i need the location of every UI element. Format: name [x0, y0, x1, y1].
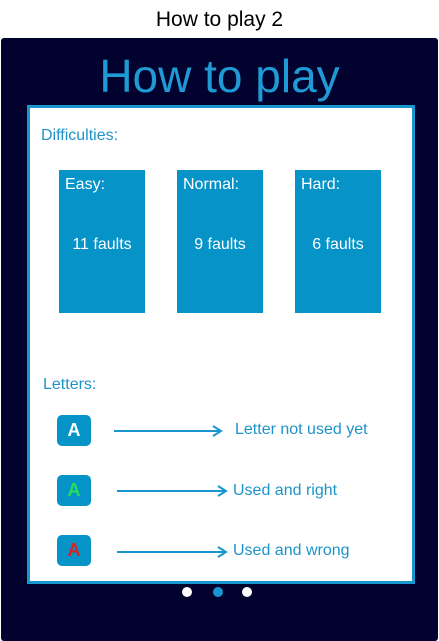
- difficulty-faults: 11 faults: [72, 236, 132, 253]
- difficulty-card-hard: Hard: 6 faults: [295, 170, 381, 313]
- difficulty-name: Easy:: [65, 176, 106, 193]
- difficulty-faults: 6 faults: [312, 236, 364, 253]
- letter-key-unused: A: [57, 415, 91, 446]
- difficulty-card-normal: Normal: 9 faults: [177, 170, 263, 313]
- screen-caption: How to play 2: [155, 8, 284, 31]
- letter-key-wrong: A: [57, 535, 91, 566]
- letters-heading: Letters:: [43, 376, 97, 393]
- difficulty-name: Normal:: [183, 176, 240, 193]
- difficulties-heading: Difficulties:: [41, 127, 119, 144]
- page-title: How to play: [99, 50, 340, 102]
- page-dot-2[interactable]: [213, 587, 223, 597]
- instructions-panel: Difficulties: Easy: 11 faults Normal: 9 …: [27, 105, 415, 584]
- page-dot-3[interactable]: [242, 587, 252, 597]
- difficulty-name: Hard:: [301, 176, 341, 193]
- difficulty-card-easy: Easy: 11 faults: [59, 170, 145, 313]
- difficulty-faults: 9 faults: [194, 236, 246, 253]
- legend-description: Used and wrong: [233, 542, 350, 559]
- page-indicator: [1, 587, 438, 599]
- arrow-right-icon: [114, 425, 224, 437]
- phone-screen: How to play Difficulties: Easy: 11 fault…: [1, 38, 438, 641]
- arrow-right-icon: [117, 546, 229, 558]
- legend-description: Used and right: [233, 482, 338, 499]
- letter-key-right: A: [57, 475, 91, 506]
- legend-description: Letter not used yet: [235, 421, 368, 438]
- page-dot-1[interactable]: [182, 587, 192, 597]
- arrow-right-icon: [117, 485, 229, 497]
